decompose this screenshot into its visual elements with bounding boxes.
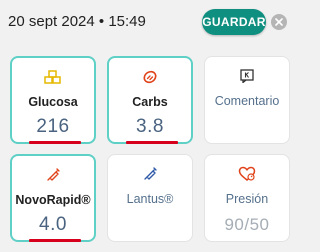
card-label: Comentario — [214, 94, 280, 108]
presion-placeholder: 90/50 — [224, 215, 270, 234]
bread-icon — [109, 68, 191, 86]
card-label: Glucosa — [28, 95, 78, 109]
carbs-value: 3.8 — [136, 116, 164, 137]
spellcheck-underline — [126, 141, 178, 144]
close-icon — [275, 18, 283, 26]
spellcheck-underline — [29, 141, 81, 144]
novorapid-value: 4.0 — [39, 214, 67, 235]
card-carbs[interactable]: Carbs 3.8 — [107, 56, 193, 144]
syringe-icon — [12, 166, 94, 184]
spellcheck-underline — [29, 239, 81, 242]
datetime-label[interactable]: 20 sept 2024 • 15:49 — [8, 13, 146, 30]
blocks-icon — [12, 68, 94, 86]
top-bar: 20 sept 2024 • 15:49 GUARDAR — [0, 0, 300, 44]
card-label: Presión — [225, 192, 269, 206]
glucosa-value: 216 — [36, 116, 70, 137]
card-presion[interactable]: Presión 90/50 — [204, 154, 290, 242]
card-glucosa[interactable]: Glucosa 216 — [10, 56, 96, 144]
card-lantus[interactable]: Lantus® — [107, 154, 193, 242]
heart-pressure-icon — [205, 165, 289, 183]
syringe-icon — [108, 165, 192, 183]
card-comentario[interactable]: Comentario — [204, 56, 290, 144]
close-button[interactable] — [271, 14, 287, 30]
save-button[interactable]: GUARDAR — [202, 9, 266, 35]
card-label: NovoRapid® — [15, 193, 91, 207]
card-label: Lantus® — [126, 192, 174, 206]
comment-icon — [205, 67, 289, 85]
card-label: Carbs — [132, 95, 168, 109]
card-novorapid[interactable]: NovoRapid® 4.0 — [10, 154, 96, 242]
